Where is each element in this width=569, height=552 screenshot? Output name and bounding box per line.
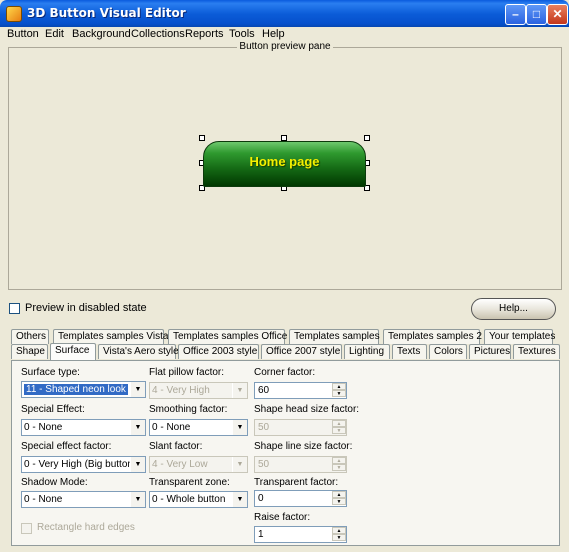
slant-select[interactable]: 4 - Very Low ▼ xyxy=(149,456,248,473)
minimize-button[interactable]: – xyxy=(505,4,526,25)
flat-pillow-value: 4 - Very High xyxy=(152,385,210,396)
spin-up-icon[interactable]: ▲ xyxy=(332,420,346,427)
tab-colors[interactable]: Colors xyxy=(429,344,467,359)
transparent-zone-value: 0 - Whole button xyxy=(152,494,226,505)
spin-down-icon[interactable]: ▼ xyxy=(332,390,346,397)
spin-down-icon[interactable]: ▼ xyxy=(332,498,346,505)
chevron-down-icon[interactable]: ▼ xyxy=(232,492,247,507)
menu-background[interactable]: Background xyxy=(72,27,131,41)
close-button[interactable]: ✕ xyxy=(547,4,568,25)
help-button[interactable]: Help... xyxy=(471,298,556,320)
rectangle-hard-edges-checkbox[interactable] xyxy=(21,523,32,534)
corner-factor-value: 60 xyxy=(258,385,270,396)
chevron-down-icon[interactable]: ▼ xyxy=(130,382,145,397)
slant-value: 4 - Very Low xyxy=(152,459,208,470)
chevron-down-icon[interactable]: ▼ xyxy=(232,457,247,472)
chevron-down-icon[interactable]: ▼ xyxy=(232,383,247,398)
slant-label: Slant factor: xyxy=(149,441,203,452)
transparent-factor-spinner[interactable]: 0 ▲ ▼ xyxy=(254,490,347,507)
menu-reports[interactable]: Reports xyxy=(185,27,224,41)
special-effect-factor-select[interactable]: 0 - Very High (Big buttons) ▼ xyxy=(21,456,146,473)
corner-factor-label: Corner factor: xyxy=(254,367,316,378)
smoothing-value: 0 - None xyxy=(152,422,191,433)
spin-up-icon[interactable]: ▲ xyxy=(332,457,346,464)
special-effect-value: 0 - None xyxy=(24,422,63,433)
surface-type-value: 11 - Shaped neon look xyxy=(24,384,128,395)
tab-office-2003-style[interactable]: Office 2003 style xyxy=(178,344,259,359)
menu-help[interactable]: Help xyxy=(262,27,285,41)
resize-handle-ne[interactable] xyxy=(364,135,370,141)
raise-factor-spinner[interactable]: 1 ▲ ▼ xyxy=(254,526,347,543)
chevron-down-icon[interactable]: ▼ xyxy=(232,420,247,435)
transparent-zone-select[interactable]: 0 - Whole button ▼ xyxy=(149,491,248,508)
raise-factor-label: Raise factor: xyxy=(254,512,311,523)
special-effect-label: Special Effect: xyxy=(21,404,85,415)
menu-tools[interactable]: Tools xyxy=(229,27,255,41)
title-bar: 3D Button Visual Editor – □ ✕ xyxy=(0,0,569,28)
tab-texts[interactable]: Texts xyxy=(392,344,427,359)
maximize-button[interactable]: □ xyxy=(526,4,547,25)
tab-templates-samples-2[interactable]: Templates samples 2 xyxy=(383,329,482,344)
disabled-state-label: Preview in disabled state xyxy=(25,302,147,314)
tab-surface[interactable]: Surface xyxy=(50,343,96,360)
menu-edit[interactable]: Edit xyxy=(45,27,64,41)
special-effect-factor-value: 0 - Very High (Big buttons) xyxy=(24,459,142,470)
smoothing-label: Smoothing factor: xyxy=(149,404,228,415)
flat-pillow-select[interactable]: 4 - Very High ▼ xyxy=(149,382,248,399)
shape-head-size-label: Shape head size factor: xyxy=(254,404,360,415)
spin-down-icon[interactable]: ▼ xyxy=(332,427,346,434)
tab-your-templates[interactable]: Your templates xyxy=(484,329,555,344)
chevron-down-icon[interactable]: ▼ xyxy=(130,420,145,435)
disabled-state-checkbox[interactable] xyxy=(9,303,20,314)
chevron-down-icon[interactable]: ▼ xyxy=(130,492,145,507)
tab-templates-samples-vista[interactable]: Templates samples Vista xyxy=(53,329,168,344)
preview-pane-label: Button preview pane xyxy=(237,41,333,52)
surface-type-select[interactable]: 11 - Shaped neon look ▼ xyxy=(21,381,146,398)
menu-button[interactable]: Button xyxy=(7,27,39,41)
shape-head-size-spinner[interactable]: 50 ▲ ▼ xyxy=(254,419,347,436)
app-icon xyxy=(6,6,22,22)
special-effect-factor-label: Special effect factor: xyxy=(21,441,112,452)
tab-vistas-aero-style[interactable]: Vista's Aero style xyxy=(98,344,179,359)
shape-line-size-value: 50 xyxy=(258,459,270,470)
transparent-factor-label: Transparent factor: xyxy=(254,477,339,488)
spin-down-icon[interactable]: ▼ xyxy=(332,534,346,541)
spin-up-icon[interactable]: ▲ xyxy=(332,383,346,390)
preview-button[interactable]: Home page xyxy=(203,141,366,187)
special-effect-select[interactable]: 0 - None ▼ xyxy=(21,419,146,436)
tab-pictures[interactable]: Pictures xyxy=(469,344,511,359)
smoothing-select[interactable]: 0 - None ▼ xyxy=(149,419,248,436)
tab-templates-samples-office[interactable]: Templates samples Office xyxy=(168,329,287,344)
tab-templates-samples[interactable]: Templates samples xyxy=(289,329,380,344)
menu-collections[interactable]: Collections xyxy=(131,27,185,41)
spin-up-icon[interactable]: ▲ xyxy=(332,527,346,534)
tab-others[interactable]: Others xyxy=(11,329,49,344)
shape-head-size-value: 50 xyxy=(258,422,270,433)
tab-office-2007-style[interactable]: Office 2007 style xyxy=(261,344,342,359)
shape-line-size-label: Shape line size factor: xyxy=(254,441,353,452)
tab-textures[interactable]: Textures xyxy=(513,344,560,359)
tab-shape[interactable]: Shape xyxy=(11,344,48,359)
raise-factor-value: 1 xyxy=(258,529,264,540)
flat-pillow-label: Flat pillow factor: xyxy=(149,367,225,378)
tab-lighting[interactable]: Lighting xyxy=(344,344,390,359)
shadow-mode-value: 0 - None xyxy=(24,494,63,505)
rectangle-hard-edges-label: Rectangle hard edges xyxy=(37,522,135,533)
spin-up-icon[interactable]: ▲ xyxy=(332,491,346,498)
transparent-zone-label: Transparent zone: xyxy=(149,477,230,488)
chevron-down-icon[interactable]: ▼ xyxy=(130,457,145,472)
corner-factor-spinner[interactable]: 60 ▲ ▼ xyxy=(254,382,347,399)
transparent-factor-value: 0 xyxy=(258,493,264,504)
shadow-mode-label: Shadow Mode: xyxy=(21,477,88,488)
spin-down-icon[interactable]: ▼ xyxy=(332,464,346,471)
shape-line-size-spinner[interactable]: 50 ▲ ▼ xyxy=(254,456,347,473)
surface-type-label: Surface type: xyxy=(21,367,80,378)
window-title: 3D Button Visual Editor xyxy=(27,6,186,20)
shadow-mode-select[interactable]: 0 - None ▼ xyxy=(21,491,146,508)
resize-handle-nw[interactable] xyxy=(199,135,205,141)
